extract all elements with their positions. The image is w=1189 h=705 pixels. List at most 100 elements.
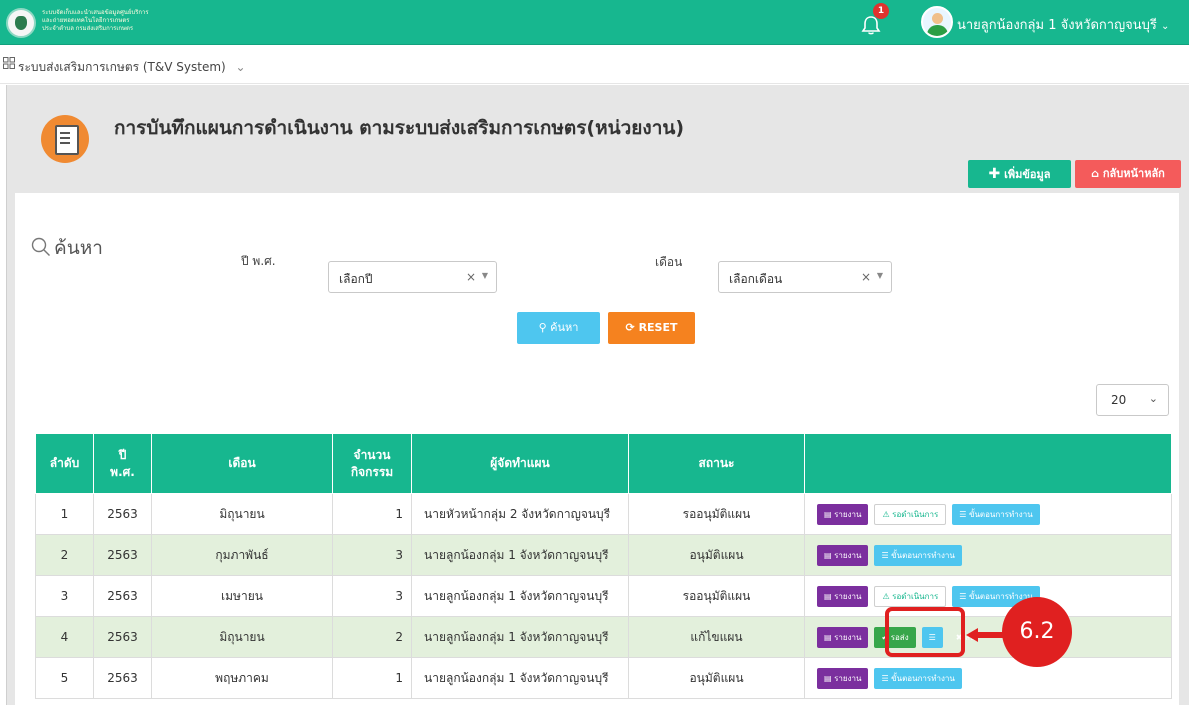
department-logo[interactable] bbox=[6, 8, 36, 38]
cell-year: 2563 bbox=[93, 616, 152, 658]
cell-author: นายลูกน้องกลุ่ม 1 จังหวัดกาญจนบุรี bbox=[411, 616, 629, 658]
search-button[interactable]: ⚲ ค้นหา bbox=[517, 312, 600, 344]
year-select-value: เลือกปี bbox=[339, 272, 373, 286]
page-size-value: 20 bbox=[1111, 393, 1127, 407]
cell-author: นายลูกน้องกลุ่ม 1 จังหวัดกาญจนบุรี bbox=[411, 534, 629, 576]
delete-label: ลบ bbox=[1061, 591, 1072, 601]
year-label: ปี พ.ศ. bbox=[241, 254, 276, 268]
report-label: รายงาน bbox=[834, 550, 862, 560]
cell-actions: ▤ รายงาน ⚠ รอดำเนินการ ☰ ขั้นตอนการทำงาน ✖ … bbox=[804, 575, 1172, 617]
month-select[interactable]: เลือกเดือน × ▼ bbox=[718, 261, 892, 293]
report-label: รายงาน bbox=[834, 632, 862, 642]
search-heading-label: ค้นหา bbox=[54, 237, 103, 259]
report-label: รายงาน bbox=[834, 591, 862, 601]
trash-icon: ✖ bbox=[1052, 591, 1062, 601]
col-header: ผู้จัดทำแผน bbox=[411, 433, 629, 494]
search-button-label: ค้นหา bbox=[550, 321, 579, 334]
chevron-down-icon: ⌄ bbox=[235, 60, 246, 74]
cell-no: 5 bbox=[35, 657, 94, 699]
cell-author: นายหัวหน้ากลุ่ม 2 จังหวัดกาญจนบุรี bbox=[411, 493, 629, 535]
cell-actions: ▤ รายงาน ⚠ รอดำเนินการ ☰ ขั้นตอนการทำงาน ✖ … bbox=[804, 493, 1172, 535]
plus-icon: ✚ bbox=[988, 166, 1001, 182]
brand-line: ประจำตำบล กรมส่งเสริมการเกษตร bbox=[42, 25, 134, 32]
document-icon: ▤ bbox=[824, 673, 835, 683]
steps-label: ขั้นตอนการทำงาน bbox=[891, 550, 955, 560]
table-row: 2 2563 กุมภาพันธ์ 3 นายลูกน้องกลุ่ม 1 จังหวั… bbox=[35, 534, 1172, 576]
cell-status: อนุมัติแผน bbox=[628, 657, 805, 699]
back-home-label: กลับหน้าหลัก bbox=[1102, 167, 1165, 180]
add-record-button[interactable]: ✚ เพิ่มข้อมูล bbox=[968, 160, 1071, 188]
col-header: จำนวน กิจกรรม bbox=[332, 433, 412, 494]
table-row: 3 2563 เมษายน 3 นายลูกน้องกลุ่ม 1 จังหวัดกาญ… bbox=[35, 575, 1172, 617]
list-icon: ☰ bbox=[959, 591, 969, 601]
brand-line: และถ่ายทอดเทคโนโลยีการเกษตร bbox=[42, 17, 130, 24]
clear-month-icon[interactable]: × bbox=[861, 270, 871, 284]
top-navbar: ระบบจัดเก็บและนำเสนอข้อมูลศูนย์บริการ แล… bbox=[0, 0, 1189, 45]
cell-count: 2 bbox=[332, 616, 412, 658]
report-button[interactable]: ▤ รายงาน bbox=[817, 667, 869, 689]
cell-no: 4 bbox=[35, 616, 94, 658]
caret-down-icon: ▼ bbox=[876, 271, 883, 280]
pending-button[interactable]: ⚠ รอดำเนินการ bbox=[874, 585, 947, 607]
list-icon: ☰ bbox=[881, 673, 892, 683]
cell-year: 2563 bbox=[93, 657, 152, 699]
cell-month: มิถุนายน bbox=[151, 493, 333, 535]
cell-month: มิถุนายน bbox=[151, 616, 333, 658]
caret-down-icon: ▼ bbox=[481, 271, 488, 280]
cell-month: พฤษภาคม bbox=[151, 657, 333, 699]
month-select-value: เลือกเดือน bbox=[729, 272, 783, 286]
report-label: รายงาน bbox=[834, 673, 862, 683]
col-header: สถานะ bbox=[628, 433, 805, 494]
document-icon: ▤ bbox=[824, 632, 835, 642]
cell-actions: ▤ รายงาน ☰ ขั้นตอนการทำงาน bbox=[804, 657, 1172, 699]
delete-label: ลบ bbox=[1061, 509, 1072, 519]
steps-button[interactable]: ☰ ขั้นตอนการทำงาน bbox=[874, 544, 962, 566]
pending-button[interactable]: ⚠ รอดำเนินการ bbox=[874, 503, 947, 525]
cell-actions: ▤ รายงาน ☰ ขั้นตอนการทำงาน bbox=[804, 534, 1172, 576]
report-button[interactable]: ▤ รายงาน bbox=[817, 503, 869, 525]
clear-year-icon[interactable]: × bbox=[466, 270, 476, 284]
chevron-down-icon: ⌄ bbox=[1148, 392, 1158, 405]
back-home-button[interactable]: ⌂ กลับหน้าหลัก bbox=[1075, 160, 1181, 188]
cell-no: 2 bbox=[35, 534, 94, 576]
system-name-label: ระบบส่งเสริมการเกษตร (T&V System) bbox=[18, 60, 226, 74]
steps-button[interactable]: ☰ ขั้นตอนการทำงาน bbox=[952, 503, 1040, 525]
system-switcher[interactable]: ระบบส่งเสริมการเกษตร (T&V System) ⌄ bbox=[18, 58, 246, 77]
page-title: การบันทึกแผนการดำเนินงาน ตามระบบส่งเสริม… bbox=[114, 117, 685, 139]
cell-status: แก้ไขแผน bbox=[628, 616, 805, 658]
step-callout: 6.2 bbox=[1002, 597, 1072, 667]
document-icon bbox=[41, 115, 89, 163]
page-size-select[interactable]: 20 ⌄ bbox=[1096, 384, 1169, 416]
cell-year: 2563 bbox=[93, 493, 152, 535]
brand-line: ระบบจัดเก็บและนำเสนอข้อมูลศูนย์บริการ bbox=[42, 9, 149, 16]
report-button[interactable]: ▤ รายงาน bbox=[817, 585, 869, 607]
home-icon: ⌂ bbox=[1091, 167, 1100, 180]
document-icon: ▤ bbox=[824, 591, 835, 601]
system-bar: ระบบส่งเสริมการเกษตร (T&V System) ⌄ bbox=[0, 46, 1189, 84]
avatar[interactable] bbox=[921, 6, 953, 38]
steps-label: ขั้นตอนการทำงาน bbox=[968, 509, 1033, 519]
plans-table: ลำดับ ปี พ.ศ. เดือน จำนวน กิจกรรม ผู้จัดทำ… bbox=[35, 433, 1172, 699]
steps-button[interactable]: ☰ ขั้นตอนการทำงาน bbox=[874, 667, 962, 689]
warning-icon: ⚠ bbox=[882, 591, 893, 601]
reset-button[interactable]: ⟳ RESET bbox=[608, 312, 695, 344]
report-button[interactable]: ▤ รายงาน bbox=[817, 544, 869, 566]
col-header-label: สถานะ bbox=[698, 456, 735, 470]
username-label: นายลูกน้องกลุ่ม 1 จังหวัดกาญจนบุรี bbox=[957, 18, 1157, 33]
cell-no: 1 bbox=[35, 493, 94, 535]
cell-status: รออนุมัติแผน bbox=[628, 493, 805, 535]
cell-status: อนุมัติแผน bbox=[628, 534, 805, 576]
delete-button[interactable]: ✖ ลบ bbox=[1046, 504, 1079, 525]
trash-icon: ✖ bbox=[1052, 509, 1062, 519]
table-row: 1 2563 มิถุนายน 1 นายหัวหน้ากลุ่ม 2 จังหวัดก… bbox=[35, 493, 1172, 535]
user-menu[interactable]: นายลูกน้องกลุ่ม 1 จังหวัดกาญจนบุรี ⌄ bbox=[957, 14, 1169, 35]
report-button[interactable]: ▤ รายงาน bbox=[817, 626, 869, 648]
col-header: เดือน bbox=[151, 433, 333, 494]
apps-grid-icon[interactable] bbox=[3, 57, 15, 69]
col-header-label: เดือน bbox=[228, 456, 256, 470]
year-select[interactable]: เลือกปี × ▼ bbox=[328, 261, 497, 293]
cell-count: 3 bbox=[332, 534, 412, 576]
notification-badge: 1 bbox=[873, 3, 889, 19]
cell-count: 1 bbox=[332, 493, 412, 535]
search-heading: ค้นหา bbox=[31, 233, 103, 263]
